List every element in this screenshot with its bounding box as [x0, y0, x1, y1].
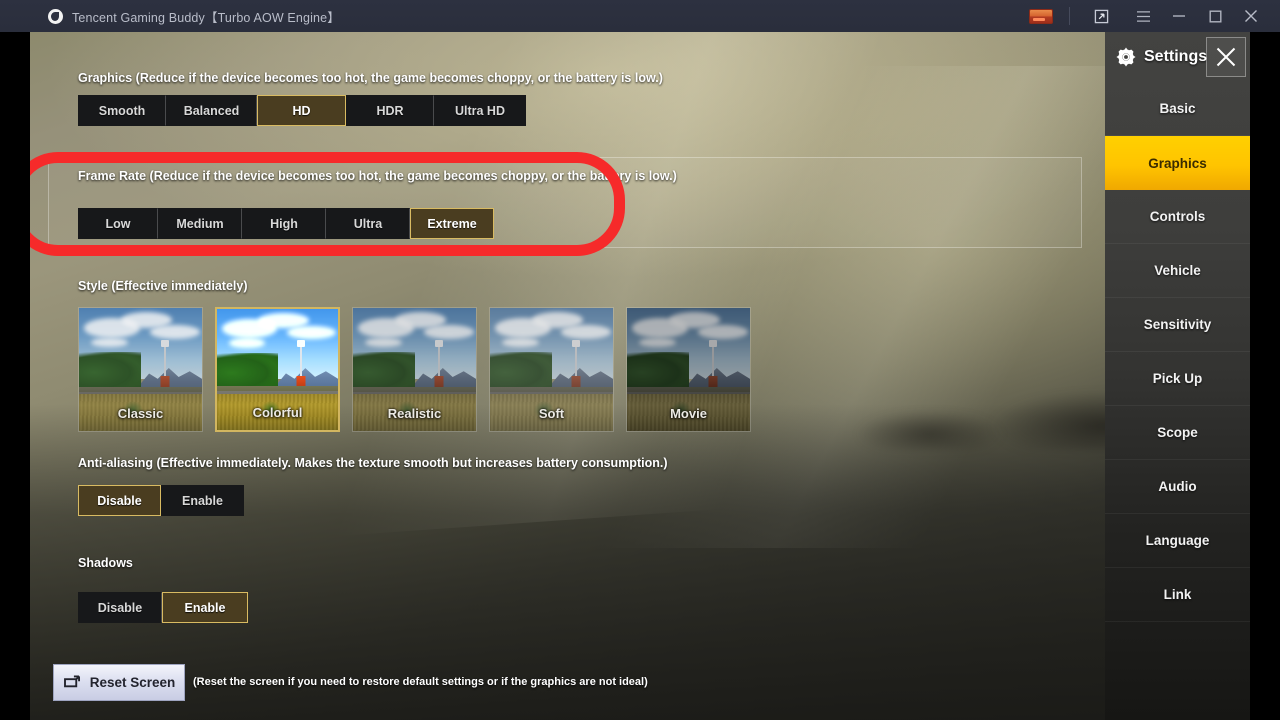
shadows-option-group[interactable]: Disable Enable: [78, 592, 248, 623]
sidebar-item-list: Basic Graphics Controls Vehicle Sensitivity P…: [1105, 82, 1250, 622]
title-bar: Tencent Gaming Buddy【Turbo AOW Engine】: [0, 0, 1280, 32]
sidebar-title: Settings: [1144, 48, 1208, 65]
sidebar-item-label: Language: [1145, 533, 1210, 548]
style-section-label: Style (Effective immediately): [78, 279, 248, 293]
sidebar-item-basic[interactable]: Basic: [1105, 82, 1250, 136]
window-title: Tencent Gaming Buddy【Turbo AOW Engine】: [72, 10, 340, 25]
sidebar-item-label: Controls: [1149, 209, 1206, 224]
sidebar-item-label: Scope: [1157, 425, 1198, 440]
anti-aliasing-option-enable[interactable]: Enable: [161, 485, 244, 516]
settings-sidebar: Settings Basic Graphics Controls Vehicle Sen…: [1105, 32, 1250, 720]
window-controls: [1029, 0, 1280, 32]
sidebar-item-scope[interactable]: Scope: [1105, 406, 1250, 460]
frame-rate-section-label: Frame Rate (Reduce if the device becomes…: [78, 169, 677, 183]
frame-rate-option-high[interactable]: High: [242, 208, 326, 239]
graphics-option-ultra-hd[interactable]: Ultra HD: [434, 95, 526, 126]
sidebar-item-label: Basic: [1159, 101, 1196, 116]
anti-aliasing-option-group[interactable]: Disable Enable: [78, 485, 244, 516]
minimize-icon[interactable]: [1164, 0, 1194, 32]
anti-aliasing-section-label: Anti-aliasing (Effective immediately. Ma…: [78, 456, 668, 470]
maximize-icon[interactable]: [1200, 0, 1230, 32]
style-option-colorful[interactable]: Colorful: [215, 307, 340, 432]
sidebar-item-link[interactable]: Link: [1105, 568, 1250, 622]
sidebar-item-graphics[interactable]: Graphics: [1105, 136, 1250, 190]
frame-rate-option-ultra[interactable]: Ultra: [326, 208, 410, 239]
sidebar-item-label: Graphics: [1148, 155, 1207, 171]
expand-icon[interactable]: [1086, 0, 1116, 32]
hamburger-menu-icon[interactable]: [1128, 0, 1158, 32]
shadows-option-enable[interactable]: Enable: [162, 592, 248, 623]
reset-screen-note: (Reset the screen if you need to restore…: [193, 676, 648, 688]
style-option-realistic[interactable]: Realistic: [352, 307, 477, 432]
right-letterbox: [1250, 32, 1280, 720]
graphics-option-smooth[interactable]: Smooth: [78, 95, 166, 126]
style-option-label: Realistic: [387, 406, 442, 421]
sidebar-item-label: Vehicle: [1154, 263, 1201, 278]
sidebar-item-language[interactable]: Language: [1105, 514, 1250, 568]
style-option-classic[interactable]: Classic: [78, 307, 203, 432]
style-option-label: Soft: [538, 406, 565, 421]
graphics-option-hd[interactable]: HD: [257, 95, 346, 126]
titlebar-divider: [1069, 7, 1070, 25]
tencent-gaming-buddy-logo-icon: [48, 8, 63, 24]
shadows-option-disable[interactable]: Disable: [78, 592, 162, 623]
sidebar-item-pick-up[interactable]: Pick Up: [1105, 352, 1250, 406]
left-letterbox: [0, 32, 30, 720]
reset-screen-label: Reset Screen: [89, 675, 176, 690]
sidebar-item-label: Pick Up: [1152, 371, 1203, 386]
anti-aliasing-option-disable[interactable]: Disable: [78, 485, 161, 516]
sidebar-item-label: Sensitivity: [1143, 317, 1212, 332]
style-option-movie[interactable]: Movie: [626, 307, 751, 432]
sidebar-item-controls[interactable]: Controls: [1105, 190, 1250, 244]
style-option-label: Movie: [670, 406, 707, 421]
reset-arrow-icon: [63, 675, 80, 688]
graphics-option-hdr[interactable]: HDR: [346, 95, 434, 126]
close-settings-button[interactable]: [1206, 37, 1246, 77]
sidebar-header: Settings: [1105, 32, 1250, 82]
app-window: Tencent Gaming Buddy【Turbo AOW Engine】 G…: [0, 0, 1280, 720]
frame-rate-option-group[interactable]: Low Medium High Ultra Extreme: [78, 208, 494, 239]
graphics-section-label: Graphics (Reduce if the device becomes t…: [78, 71, 663, 85]
sidebar-item-label: Audio: [1158, 479, 1197, 494]
style-option-label: Classic: [117, 406, 164, 421]
settings-content: Graphics (Reduce if the device becomes t…: [0, 0, 1280, 720]
style-option-label: Colorful: [252, 405, 303, 420]
sidebar-item-vehicle[interactable]: Vehicle: [1105, 244, 1250, 298]
shadows-section-label: Shadows: [78, 556, 133, 570]
gear-icon: [1116, 47, 1136, 67]
style-option-soft[interactable]: Soft: [489, 307, 614, 432]
sidebar-item-sensitivity[interactable]: Sensitivity: [1105, 298, 1250, 352]
frame-rate-option-medium[interactable]: Medium: [158, 208, 242, 239]
reset-screen-button[interactable]: Reset Screen: [53, 664, 185, 701]
frame-rate-option-low[interactable]: Low: [78, 208, 158, 239]
sidebar-item-label: Link: [1163, 587, 1192, 602]
style-option-group[interactable]: Classic Colorful Realistic Soft Movie: [78, 307, 751, 432]
frame-rate-option-extreme[interactable]: Extreme: [410, 208, 494, 239]
graphics-option-balanced[interactable]: Balanced: [166, 95, 257, 126]
card-icon[interactable]: [1029, 8, 1053, 24]
graphics-option-group[interactable]: Smooth Balanced HD HDR Ultra HD: [78, 95, 526, 126]
sidebar-item-audio[interactable]: Audio: [1105, 460, 1250, 514]
close-icon: [1216, 47, 1236, 67]
close-icon[interactable]: [1236, 0, 1266, 32]
